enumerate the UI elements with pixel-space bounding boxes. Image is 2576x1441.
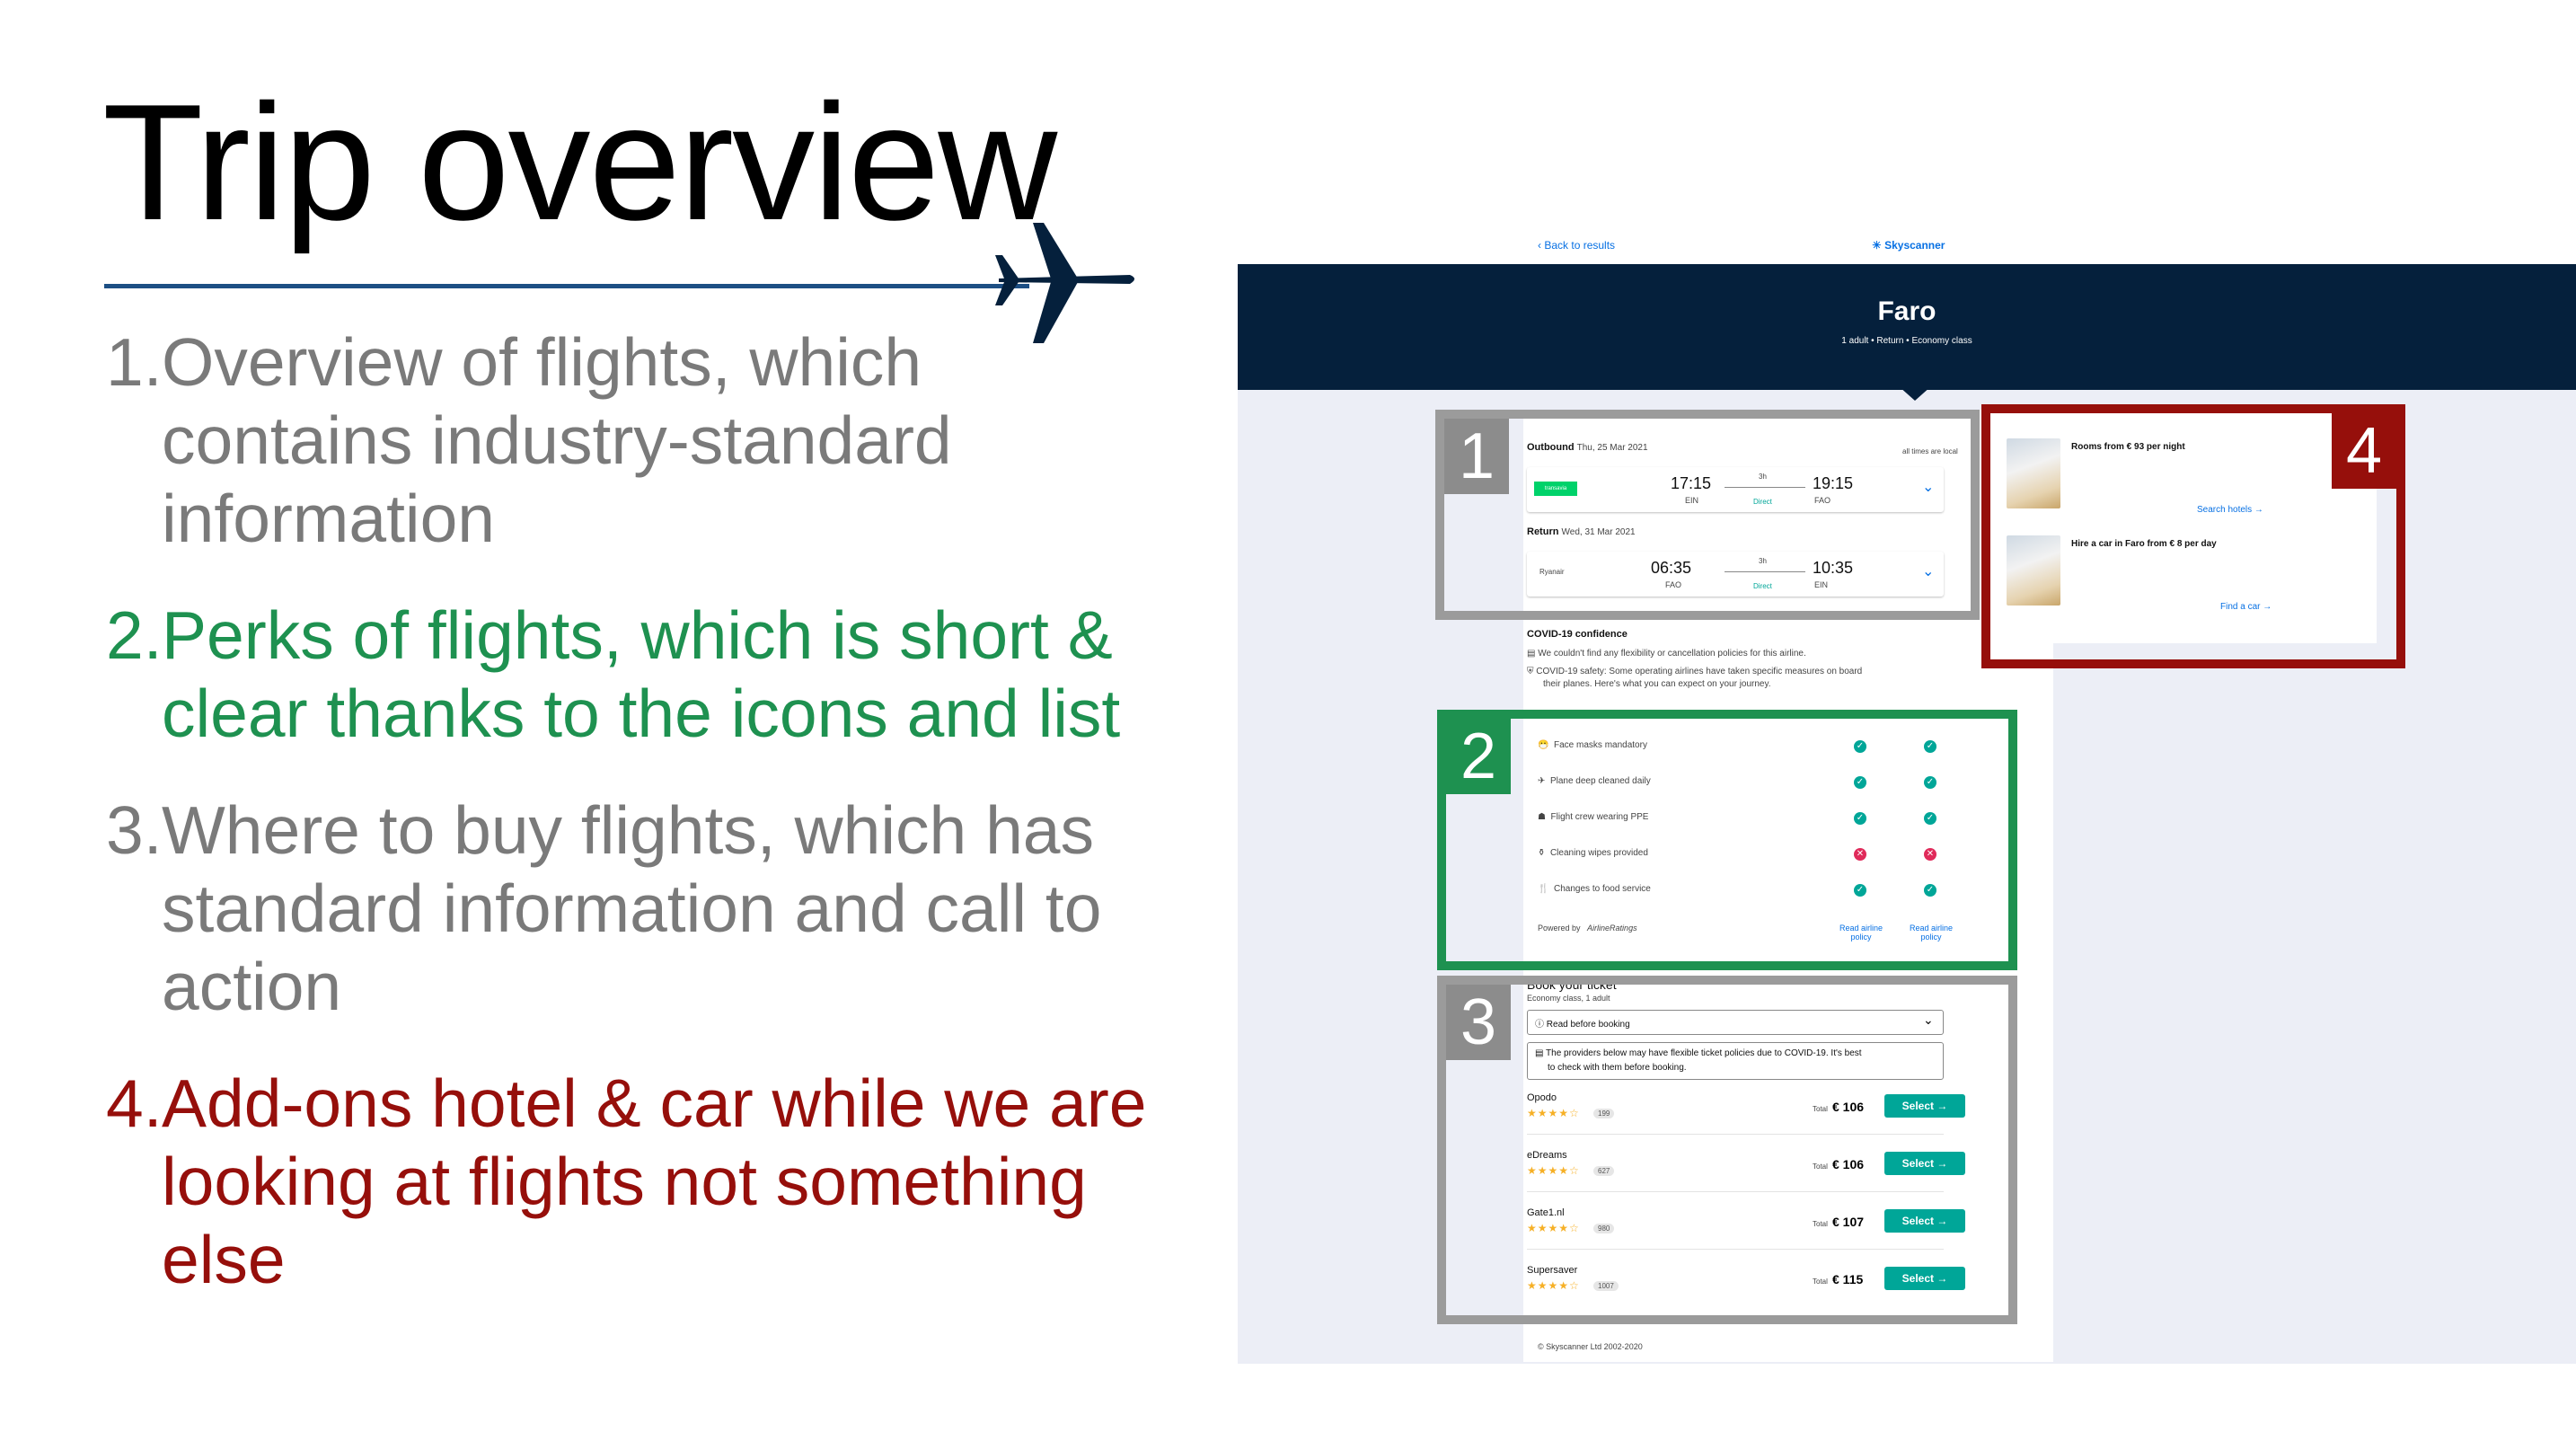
- ticket-icon: ▤: [1527, 649, 1536, 659]
- title-divider: [104, 284, 1029, 288]
- back-to-results-link[interactable]: ‹ Back to results: [1538, 239, 1615, 252]
- skyscanner-logo[interactable]: ☀ Skyscanner: [1872, 239, 1945, 252]
- hero-banner: Faro 1 adult • Return • Economy class: [1238, 264, 2576, 390]
- point-number: 3.: [106, 792, 163, 868]
- frame-1-flights-overview: [1435, 410, 1980, 620]
- covid-line-2a: COVID-19 safety: Some operating airlines…: [1536, 667, 1863, 676]
- covid-flex-note: ▤ We couldn't find any flexibility or ca…: [1527, 649, 1806, 659]
- point-text: Overview of flights, which contains indu…: [162, 324, 952, 556]
- covid-safety-note: ⛨ COVID-19 safety: Some operating airlin…: [1527, 667, 1862, 676]
- frame-2-label: 2: [1446, 719, 1511, 794]
- point-number: 1.: [106, 324, 163, 400]
- point-2: 2. Perks of flights, which is short & cl…: [106, 597, 1148, 753]
- destination-city: Faro: [1877, 296, 1936, 326]
- point-text: Perks of flights, which is short & clear…: [162, 597, 1121, 751]
- hero-notch: [1899, 386, 1931, 401]
- point-text: Add-ons hotel & car while we are looking…: [162, 1065, 1147, 1297]
- key-points-list: 1. Overview of flights, which contains i…: [106, 323, 1148, 1338]
- top-bar: ‹ Back to results ☀ Skyscanner: [1238, 230, 2576, 264]
- logo-label: Skyscanner: [1884, 239, 1945, 252]
- point-1: 1. Overview of flights, which contains i…: [106, 323, 1148, 558]
- back-link-label: Back to results: [1544, 239, 1616, 252]
- frame-3-booking: [1437, 976, 2017, 1324]
- point-number: 2.: [106, 597, 163, 673]
- shield-icon: ⛨: [1527, 667, 1534, 676]
- frame-2-perks: [1437, 710, 2017, 970]
- frame-3-label: 3: [1446, 985, 1511, 1060]
- point-number: 4.: [106, 1065, 163, 1141]
- slide-title: Trip overview: [102, 69, 1057, 254]
- footer-copyright: © Skyscanner Ltd 2002-2020: [1538, 1342, 1643, 1351]
- point-4: 4. Add-ons hotel & car while we are look…: [106, 1065, 1148, 1299]
- point-text: Where to buy flights, which has standard…: [162, 792, 1102, 1024]
- covid-title: COVID-19 confidence: [1527, 629, 1628, 640]
- covid-line-2b: their planes. Here's what you can expect…: [1543, 679, 1771, 689]
- point-3: 3. Where to buy flights, which has stand…: [106, 791, 1148, 1026]
- trip-meta: 1 adult • Return • Economy class: [1841, 336, 1972, 346]
- frame-4-label: 4: [2332, 413, 2396, 489]
- frame-1-label: 1: [1444, 419, 1509, 494]
- covid-line-1: We couldn't find any flexibility or canc…: [1538, 649, 1806, 659]
